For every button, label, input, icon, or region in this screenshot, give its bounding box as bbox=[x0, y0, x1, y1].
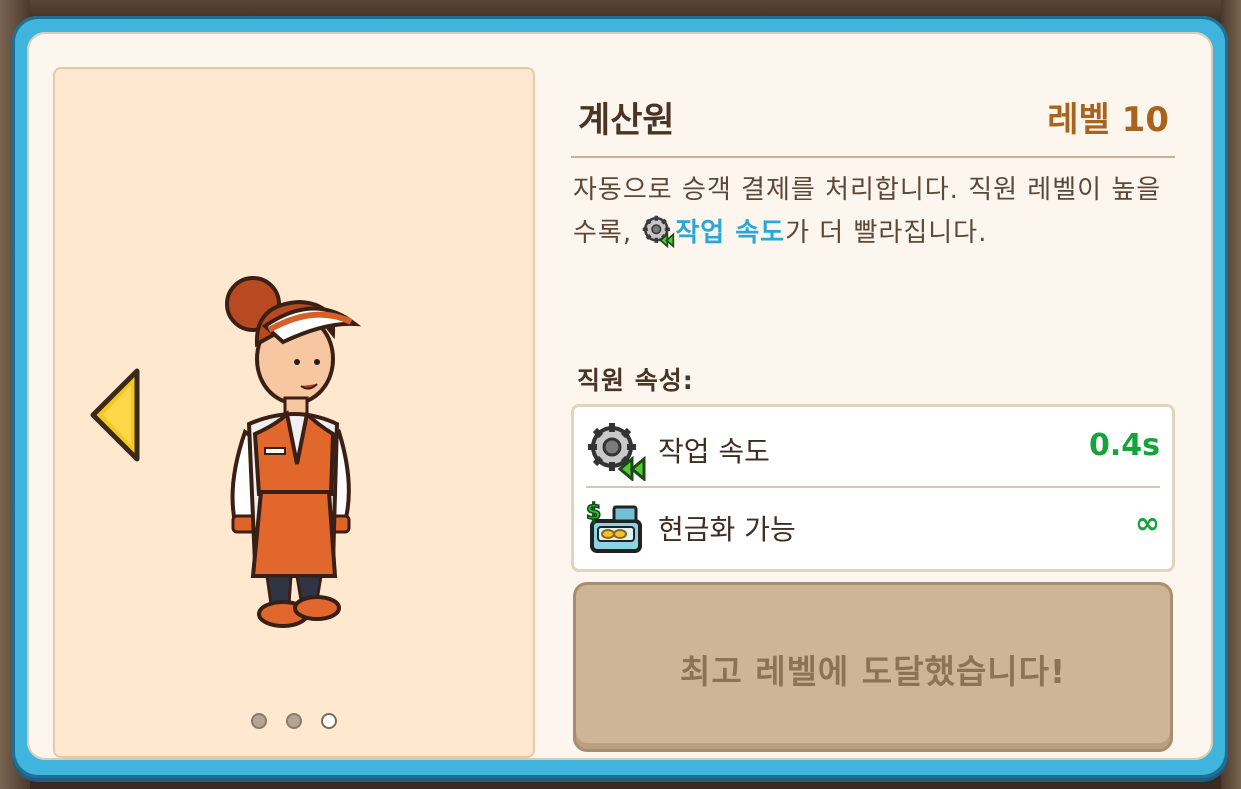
max-level-button[interactable]: 최고 레벨에 도달했습니다! bbox=[573, 582, 1173, 752]
previous-staff-arrow-icon[interactable] bbox=[85, 365, 145, 465]
cash-register-icon: $ bbox=[585, 499, 642, 553]
attributes-header: 직원 속성: bbox=[577, 366, 694, 395]
attribute-value: 0.4s bbox=[1088, 428, 1160, 463]
description-highlight: 작업 속도 bbox=[675, 218, 786, 248]
svg-text:$: $ bbox=[586, 500, 601, 525]
attribute-row-cashable: $ 현금화 가능 ∞ bbox=[574, 489, 1172, 565]
staff-pagination bbox=[55, 713, 533, 733]
staff-description: 자동으로 승객 결제를 처리합니다. 직원 레벨이 높을수록, 작업 속도가 더… bbox=[573, 169, 1183, 255]
attribute-name: 현금화 가능 bbox=[658, 513, 796, 546]
staff-level: 레벨 10 bbox=[1047, 100, 1169, 140]
gear-speed-icon bbox=[588, 423, 646, 481]
attribute-row-work-speed: 작업 속도 0.4s bbox=[574, 411, 1172, 487]
staff-info-dialog: 계산원 레벨 10 자동으로 승객 결제를 처리합니다. 직원 레벨이 높을수록… bbox=[12, 16, 1228, 778]
gear-speed-icon bbox=[643, 215, 675, 248]
pagination-dot-3[interactable] bbox=[321, 713, 338, 729]
description-text-end: 가 더 빨라집니다. bbox=[785, 218, 988, 248]
staff-portrait-panel bbox=[53, 67, 535, 758]
attributes-list: 작업 속도 0.4s $ 현금화 가능 ∞ bbox=[571, 404, 1175, 572]
max-level-label: 최고 레벨에 도달했습니다! bbox=[680, 652, 1066, 691]
attribute-value: ∞ bbox=[1135, 506, 1160, 541]
pagination-dot-1[interactable] bbox=[250, 713, 267, 729]
dialog-body: 계산원 레벨 10 자동으로 승객 결제를 처리합니다. 직원 레벨이 높을수록… bbox=[27, 32, 1213, 760]
attribute-name: 작업 속도 bbox=[658, 435, 770, 468]
staff-title: 계산원 bbox=[578, 101, 675, 141]
title-divider bbox=[571, 156, 1175, 158]
cashier-character-icon bbox=[225, 276, 362, 628]
attribute-divider bbox=[586, 486, 1160, 488]
pagination-dot-2[interactable] bbox=[286, 713, 302, 729]
